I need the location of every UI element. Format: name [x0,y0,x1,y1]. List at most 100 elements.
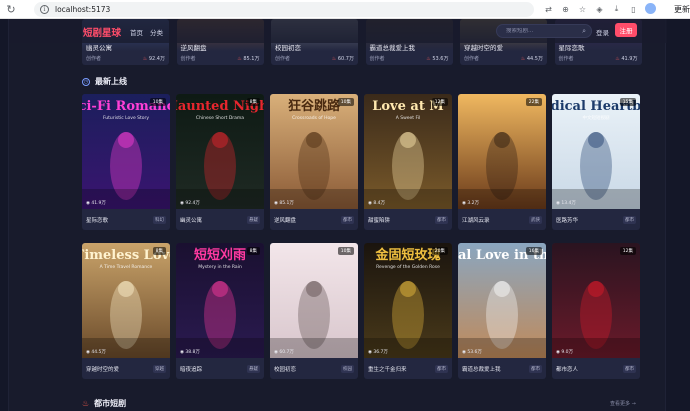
poster-subtitle-text: Chinese Short Drama [196,115,244,121]
drama-poster[interactable]: 金固短玫瑰 Revenge of the Golden Rose 20集 ◉ 36.7… [364,243,452,358]
search-icon[interactable]: ⌕ [582,27,586,36]
drama-poster[interactable]: 10集 ◉ 60.7万 [270,243,358,358]
drama-card[interactable]: Haunted NightChinese Short Drama8集 ◉ 92.4… [176,94,264,230]
nav-categories[interactable]: 分类 [150,27,163,37]
fire-icon: ♨ [237,56,242,62]
download-icon[interactable]: ⤓ [611,3,622,15]
drama-card[interactable]: Medical Heartbeat中文短短视剧15集 ◉ 13.4万医路芳华 都市 [552,94,640,230]
drama-title[interactable]: 幽灵公寓 [180,216,202,224]
drama-poster[interactable]: Timeless LoveA Time Travel Romance8集 ◉ 44… [82,243,170,358]
drama-card[interactable]: Timeless LoveA Time Travel Romance8集 ◉ 44… [82,243,170,379]
poster-subtitle-text: 中文短短视剧 [583,114,610,121]
drama-poster[interactable]: Sci-Fi RomanceFuturistic Love Story10集 ◉ … [82,94,170,209]
hero-card-title: 穿越时空的爱 [464,44,503,52]
drama-title[interactable]: 重生之千金归来 [368,365,407,373]
login-link[interactable]: 登录 [596,27,609,37]
fire-icon: ♨ [331,56,337,62]
register-button[interactable]: 注册 [615,23,637,37]
poster-subtitle-text: A Sweet Fil [396,115,421,121]
drama-card[interactable]: 10集 ◉ 60.7万校园初恋 校园 [270,243,358,379]
drama-title[interactable]: 医路芳华 [556,216,578,224]
eye-icon: ◉ [180,350,184,355]
episode-count-badge: 8集 [246,98,260,106]
episode-count-badge: 12集 [619,247,636,255]
fire-icon: ♨ [82,399,90,408]
sidebar-icon[interactable]: ▯ [628,3,639,15]
view-count: ◉ 3.2万 [462,200,479,206]
poster-art: ernal Love in the S [458,243,546,358]
hero-card-views: ♨ 44.5万 [521,55,543,62]
drama-poster[interactable]: 狂谷跳路 Crossroads of Hope 10集 ◉ 85.1万 [270,94,358,209]
bookmark-star-icon[interactable]: ☆ [577,3,588,15]
zoom-icon[interactable]: ⊕ [560,3,571,15]
drama-card[interactable]: 狂谷跳路 Crossroads of Hope 10集 ◉ 85.1万 逆风翻盘 都市 [270,94,358,230]
hero-card-views-value: 44.5万 [526,56,543,62]
drama-card[interactable]: Sci-Fi RomanceFuturistic Love Story10集 ◉ … [82,94,170,230]
drama-title[interactable]: 江湖风云录 [462,216,490,224]
drama-poster[interactable]: ernal Love in the S16集 ◉ 53.6万 [458,243,546,358]
drama-title[interactable]: 霸道总裁爱上我 [462,365,501,373]
episode-count-badge: 12集 [431,98,448,106]
drama-title[interactable]: 都市恋人 [556,365,578,373]
drama-title[interactable]: 校园初恋 [274,365,296,373]
poster-subtitle-text: Mystery in the Rain [198,264,242,270]
view-count-value: 41.9万 [91,201,106,206]
drama-poster[interactable]: 22集 ◉ 3.2万 [458,94,546,209]
drama-poster[interactable]: 12集 ◉ 9.0万 [552,243,640,358]
view-count: ◉ 36.7万 [368,349,388,355]
genre-tag: 穿越 [153,365,166,373]
drama-title[interactable]: 暗夜追踪 [180,365,202,373]
drama-poster[interactable]: Haunted NightChinese Short Drama8集 ◉ 92.4… [176,94,264,209]
drama-card[interactable]: 短短刈雨 Mystery in the Rain 8集 ◉ 38.8万 暗夜追踪 悬疑 [176,243,264,379]
drama-title[interactable]: 甜蜜陷阱 [368,216,390,224]
hero-card-title: 幽灵公寓 [86,44,112,52]
view-count: ◉ 13.4万 [556,200,576,206]
episode-count-badge: 16集 [525,247,542,255]
drama-card[interactable]: 金固短玫瑰 Revenge of the Golden Rose 20集 ◉ 36.7… [364,243,452,379]
search-box[interactable]: ⌕ [496,24,592,38]
genre-tag: 都市 [623,216,636,224]
drama-title[interactable]: 逆风翻盘 [274,216,296,224]
drama-poster[interactable]: Love at MA Sweet Fil 12集 ◉ 8.4万 [364,94,452,209]
view-count: ◉ 8.4万 [368,200,385,206]
hero-card-author: 创作者 [275,56,291,62]
view-count: ◉ 9.0万 [556,349,573,355]
profile-avatar[interactable] [645,3,656,14]
genre-tag: 校园 [341,365,354,373]
drama-card[interactable]: Love at MA Sweet Fil 12集 ◉ 8.4万 甜蜜陷阱 都市 [364,94,452,230]
poster-art: Sci-Fi RomanceFuturistic Love Story [82,94,170,209]
hero-card-views: ♨ 53.6万 [426,55,448,62]
episode-count-badge: 10集 [149,98,166,106]
extension-icon[interactable]: ◈ [594,3,605,15]
drama-title[interactable]: 星际恋歌 [86,216,108,224]
site-logo[interactable]: 短剧星球 [83,25,121,39]
drama-title[interactable]: 穿越时空的爱 [86,365,119,373]
page-viewport: 幽灵公寓 创作者 ♨ 92.4万 逆风翻盘 创作者 ♨ 85.1万 校园初恋 创作者 ♨ 60.… [0,19,690,411]
view-count-value: 85.1万 [279,201,294,206]
address-bar[interactable]: i localhost:5173 [34,2,534,17]
poster-art: 狂谷跳路Crossroads of Hope [270,94,358,209]
eye-icon: ◉ [274,350,278,355]
drama-card[interactable]: ernal Love in the S16集 ◉ 53.6万霸道总裁爱上我 都市 [458,243,546,379]
reload-icon[interactable]: ↻ [4,2,18,16]
eye-icon: ◉ [556,350,560,355]
poster-art: Medical Heartbeat中文短短视剧 [552,94,640,209]
see-more-link[interactable]: 查看更多 → [610,400,636,407]
translate-icon[interactable]: ⇄ [543,3,554,15]
view-count-value: 8.4万 [373,201,386,206]
search-input[interactable] [506,28,576,34]
drama-poster[interactable]: Medical Heartbeat中文短短视剧15集 ◉ 13.4万 [552,94,640,209]
site-container: 幽灵公寓 创作者 ♨ 92.4万 逆风翻盘 创作者 ♨ 85.1万 校园初恋 创作者 ♨ 60.… [8,19,667,411]
eye-icon: ◉ [462,350,466,355]
nav-home[interactable]: 首页 [130,27,143,37]
drama-poster[interactable]: 短短刈雨 Mystery in the Rain 8集 ◉ 38.8万 [176,243,264,358]
view-count-value: 36.7万 [373,350,388,355]
update-button[interactable]: 更新 [674,4,690,15]
drama-card[interactable]: 12集 ◉ 9.0万 都市恋人 都市 [552,243,640,379]
view-count-value: 3.2万 [467,201,480,206]
hero-card-title: 霸道总裁爱上我 [369,44,416,52]
drama-card[interactable]: 22集 ◉ 3.2万 江湖风云录 武侠 [458,94,546,230]
genre-tag: 都市 [435,216,448,224]
eye-icon: ◉ [368,201,372,206]
site-info-icon[interactable]: i [40,5,49,14]
